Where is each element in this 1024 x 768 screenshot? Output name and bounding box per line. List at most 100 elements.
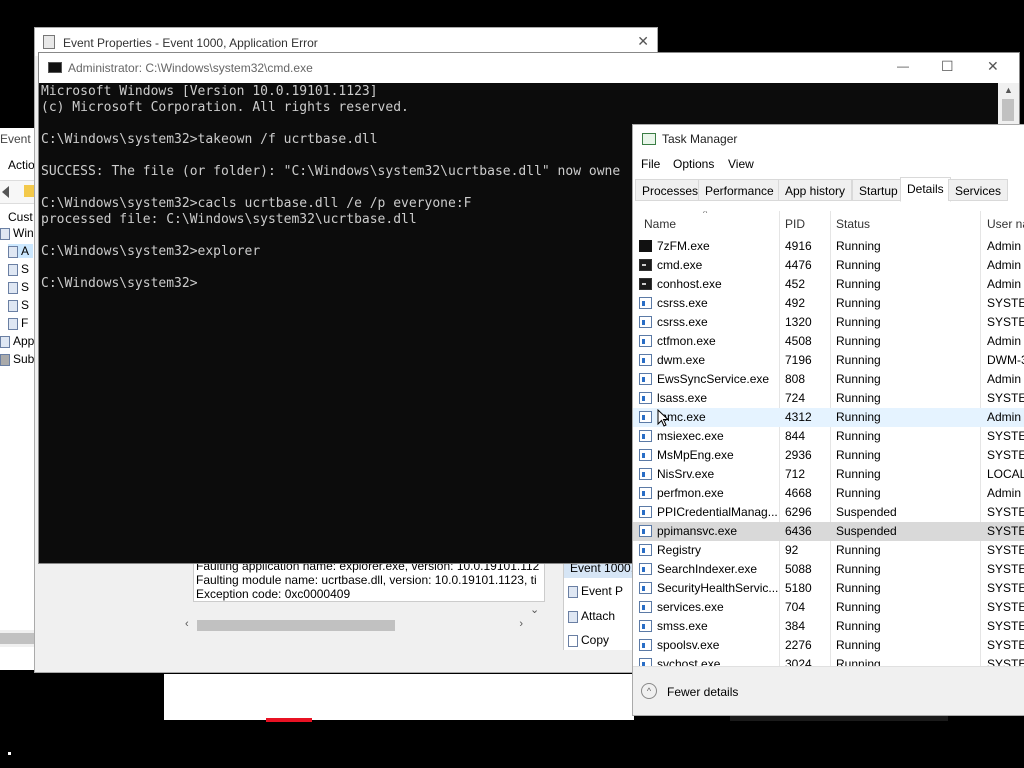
- tab-startup[interactable]: Startup: [852, 179, 905, 201]
- process-row[interactable]: svchost.exe 3024 Running SYSTEM: [633, 655, 1024, 666]
- process-name: perfmon.exe: [657, 486, 724, 500]
- column-header-name[interactable]: Name: [644, 211, 676, 237]
- process-name: dwm.exe: [657, 353, 706, 367]
- process-row[interactable]: MsMpEng.exe 2936 Running SYSTEM: [633, 446, 1024, 465]
- tree-label[interactable]: S: [21, 298, 29, 312]
- process-status: Running: [836, 239, 881, 253]
- process-row[interactable]: Registry 92 Running SYSTEM: [633, 541, 1024, 560]
- scroll-left-icon[interactable]: ‹: [185, 618, 189, 630]
- process-status: Running: [836, 410, 881, 424]
- event-log-icon: [43, 35, 55, 49]
- process-row[interactable]: perfmon.exe 4668 Running Admin: [633, 484, 1024, 503]
- process-row[interactable]: EwsSyncService.exe 808 Running Admin: [633, 370, 1024, 389]
- process-name: MsMpEng.exe: [657, 448, 734, 462]
- process-row[interactable]: smss.exe 384 Running SYSTEM: [633, 617, 1024, 636]
- process-row[interactable]: csrss.exe 1320 Running SYSTEM: [633, 313, 1024, 332]
- process-status: Running: [836, 467, 881, 481]
- process-row[interactable]: services.exe 704 Running SYSTEM: [633, 598, 1024, 617]
- process-user: Admin: [987, 334, 1022, 348]
- column-header-status[interactable]: Status: [836, 211, 870, 237]
- process-row[interactable]: dwm.exe 7196 Running DWM-3: [633, 351, 1024, 370]
- tree-label[interactable]: S: [21, 280, 29, 294]
- process-name: ctfmon.exe: [657, 334, 716, 348]
- task-manager-footer: ^ Fewer details: [633, 666, 1024, 715]
- process-user: SYSTEM: [987, 315, 1024, 329]
- process-row[interactable]: SearchIndexer.exe 5088 Running SYSTEM: [633, 560, 1024, 579]
- tree-item-8: Appl: [0, 334, 37, 348]
- tab-details[interactable]: Details: [900, 177, 951, 202]
- process-row[interactable]: msiexec.exe 844 Running SYSTEM: [633, 427, 1024, 446]
- process-pid: 4668: [785, 486, 812, 500]
- close-icon[interactable]: ✕: [637, 33, 649, 50]
- action-label: Attach: [581, 609, 616, 623]
- tab-services[interactable]: Services: [948, 179, 1009, 201]
- process-row[interactable]: ctfmon.exe 4508 Running Admin: [633, 332, 1024, 351]
- menu-view[interactable]: View: [728, 157, 754, 171]
- process-row[interactable]: spoolsv.exe 2276 Running SYSTEM: [633, 636, 1024, 655]
- process-status: Running: [836, 543, 881, 557]
- process-icon: [639, 506, 652, 518]
- process-row[interactable]: cmd.exe 4476 Running Admin: [633, 256, 1024, 275]
- scroll-right-icon[interactable]: ›: [519, 618, 523, 630]
- tree-label[interactable]: F: [21, 316, 28, 330]
- back-arrow-icon[interactable]: [2, 186, 9, 198]
- column-header-pid[interactable]: PID: [785, 211, 805, 237]
- process-row[interactable]: conhost.exe 452 Running Admin: [633, 275, 1024, 294]
- process-status: Running: [836, 448, 881, 462]
- tab-app-history[interactable]: App history: [778, 179, 853, 201]
- process-row[interactable]: SecurityHealthServic... 5180 Running SYSTEM: [633, 579, 1024, 598]
- process-icon: [639, 639, 652, 651]
- chevron-up-icon[interactable]: ^: [641, 683, 657, 699]
- log-icon: [8, 245, 18, 258]
- process-name: Registry: [657, 543, 702, 557]
- tree-item-1: Cust: [0, 210, 33, 224]
- event-description-box[interactable]: Faulting application name: explorer.exe,…: [193, 558, 545, 602]
- process-pid: 452: [785, 277, 806, 291]
- process-icon: [639, 582, 652, 594]
- tree-label[interactable]: Cust: [8, 210, 33, 224]
- menu-options[interactable]: Options: [673, 157, 714, 171]
- scroll-down-icon[interactable]: ⌄: [530, 603, 539, 616]
- process-status: Running: [836, 657, 881, 666]
- description-horizontal-scrollbar[interactable]: ‹ ›: [181, 617, 527, 634]
- scroll-up-icon[interactable]: ▲: [1004, 85, 1013, 95]
- tree-item-6: S: [8, 298, 29, 312]
- scrollbar-thumb[interactable]: [1002, 99, 1014, 121]
- tree-label[interactable]: A: [21, 244, 29, 258]
- menu-file[interactable]: File: [641, 157, 660, 171]
- process-user: Admin: [987, 239, 1022, 253]
- process-row[interactable]: 7zFM.exe 4916 Running Admin: [633, 237, 1024, 256]
- copy-icon: [568, 634, 578, 647]
- process-row[interactable]: PPICredentialManag... 6296 Suspended SYSTEM: [633, 503, 1024, 522]
- process-name: services.exe: [657, 600, 724, 614]
- process-user: DWM-3: [987, 353, 1024, 367]
- tree-label[interactable]: S: [21, 262, 29, 276]
- tab-performance[interactable]: Performance: [698, 179, 781, 201]
- action-menu[interactable]: Actio: [8, 158, 35, 172]
- action-label: Event P: [581, 584, 624, 598]
- process-icon: [639, 525, 652, 537]
- process-user: SYSTEM: [987, 524, 1024, 538]
- process-row[interactable]: mmc.exe 4312 Running Admin: [633, 408, 1024, 427]
- minimize-icon[interactable]: —: [897, 59, 909, 73]
- process-row[interactable]: lsass.exe 724 Running SYSTEM: [633, 389, 1024, 408]
- scrollbar-thumb[interactable]: [197, 620, 395, 631]
- sort-ascending-icon: ^: [703, 211, 708, 218]
- process-pid: 6436: [785, 524, 812, 538]
- process-pid: 4312: [785, 410, 812, 424]
- fewer-details-link[interactable]: Fewer details: [667, 685, 738, 699]
- console-line: (c) Microsoft Corporation. All rights re…: [41, 100, 409, 115]
- tab-processes[interactable]: Processes: [635, 179, 706, 201]
- process-icon: [639, 487, 652, 499]
- process-status: Running: [836, 391, 881, 405]
- maximize-icon[interactable]: ☐: [941, 58, 954, 75]
- process-row[interactable]: ppimansvc.exe 6436 Suspended SYSTEM: [633, 522, 1024, 541]
- process-icon: [639, 620, 652, 632]
- process-row[interactable]: csrss.exe 492 Running SYSTEM: [633, 294, 1024, 313]
- process-row[interactable]: NisSrv.exe 712 Running LOCAL: [633, 465, 1024, 484]
- process-user: SYSTEM: [987, 429, 1024, 443]
- process-status: Running: [836, 334, 881, 348]
- column-header-user[interactable]: User na: [987, 211, 1024, 237]
- process-status: Running: [836, 353, 881, 367]
- close-icon[interactable]: ✕: [987, 58, 999, 75]
